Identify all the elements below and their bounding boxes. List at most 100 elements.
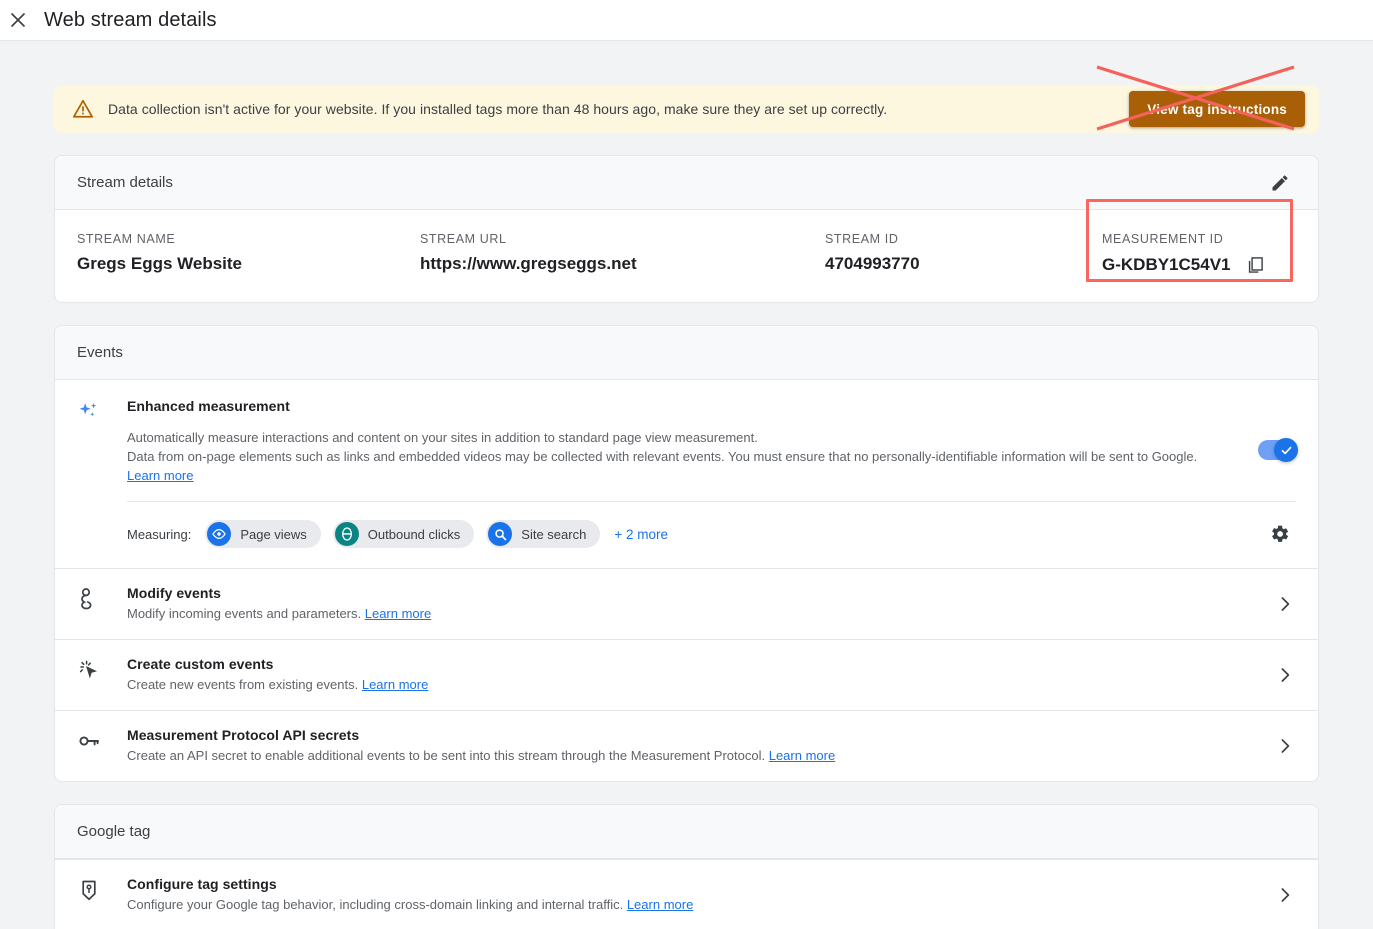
events-title: Events <box>77 344 123 361</box>
row-desc-text: Configure your Google tag behavior, incl… <box>127 897 627 912</box>
enhanced-desc-line1: Automatically measure interactions and c… <box>127 430 758 445</box>
row-title: Modify events <box>127 585 222 601</box>
field-label: STREAM ID <box>825 232 899 246</box>
chip-site-search[interactable]: Site search <box>486 520 601 548</box>
row-right <box>1262 656 1296 694</box>
copy-icon[interactable] <box>1245 254 1267 276</box>
row-description: Create new events from existing events. … <box>127 676 1262 694</box>
chip-outbound-clicks[interactable]: Outbound clicks <box>332 520 475 548</box>
more-measurements-link[interactable]: + 2 more <box>614 527 668 542</box>
stream-details-title: Stream details <box>77 174 173 191</box>
field-value: https://www.gregseggs.net <box>420 254 637 273</box>
view-tag-instructions-button[interactable]: View tag instructions <box>1129 91 1305 127</box>
row-body: Configure tag settings Configure your Go… <box>127 876 1262 914</box>
outbound-click-icon <box>334 522 359 546</box>
key-icon <box>77 729 101 758</box>
tag-icon <box>77 878 101 907</box>
row-title: Measurement Protocol API secrets <box>127 727 360 743</box>
chevron-right-icon[interactable] <box>1274 884 1296 906</box>
row-right <box>1262 876 1296 914</box>
field-stream-url: STREAM URL https://www.gregseggs.net <box>420 232 825 276</box>
enhanced-measurement-description: Automatically measure interactions and c… <box>127 428 1234 485</box>
enhanced-learn-more-link[interactable]: Learn more <box>127 468 193 483</box>
tag-icon-wrap <box>77 876 127 914</box>
chip-label: Page views <box>240 526 307 542</box>
row-learn-more-link[interactable]: Learn more <box>365 606 431 621</box>
row-right <box>1262 727 1296 765</box>
chip-page-views[interactable]: Page views <box>205 520 321 548</box>
field-label: STREAM URL <box>420 232 507 246</box>
chip-label: Site search <box>521 526 587 542</box>
google-tag-card: Google tag Configure tag settings Config… <box>54 804 1319 929</box>
enhanced-measurement-toggle[interactable] <box>1258 438 1298 462</box>
sparkles-icon-wrap <box>77 398 127 485</box>
row-right <box>1262 585 1296 623</box>
row-desc-text: Create an API secret to enable additiona… <box>127 748 769 763</box>
row-learn-more-link[interactable]: Learn more <box>769 748 835 763</box>
measurement-id-value: G-KDBY1C54V1 <box>1102 255 1231 274</box>
row-learn-more-link[interactable]: Learn more <box>627 897 693 912</box>
field-value: Gregs Eggs Website <box>77 254 243 273</box>
cursor-click-icon-wrap <box>77 656 127 694</box>
enhanced-measurement-title: Enhanced measurement <box>127 398 290 414</box>
enhanced-desc-line2: Data from on-page elements such as links… <box>127 449 1198 464</box>
enhanced-measurement-toggle-wrap <box>1234 398 1298 485</box>
sparkles-icon <box>77 400 101 429</box>
row-desc-text: Modify incoming events and parameters. <box>127 606 365 621</box>
eye-icon <box>207 522 232 546</box>
chip-label: Outbound clicks <box>367 526 461 542</box>
google-tag-title: Google tag <box>77 823 151 840</box>
row-configure-tag-settings[interactable]: Configure tag settings Configure your Go… <box>55 859 1318 929</box>
row-measurement-protocol-api-secrets[interactable]: Measurement Protocol API secrets Create … <box>55 710 1318 781</box>
page-title: Web stream details <box>44 8 217 31</box>
measuring-row: Measuring: Page views Outbound clicks Si… <box>55 502 1318 568</box>
tap-finger-icon <box>77 587 101 616</box>
field-value: 4704993770 <box>825 254 920 273</box>
toggle-knob <box>1274 438 1298 462</box>
row-body: Modify events Modify incoming events and… <box>127 585 1262 623</box>
row-learn-more-link[interactable]: Learn more <box>362 677 428 692</box>
events-header: Events <box>55 326 1318 380</box>
search-icon <box>488 522 513 546</box>
row-desc-text: Create new events from existing events. <box>127 677 362 692</box>
stream-details-card: Stream details STREAM NAME Gregs Eggs We… <box>54 155 1319 303</box>
field-stream-name: STREAM NAME Gregs Eggs Website <box>77 232 420 276</box>
row-description: Modify incoming events and parameters. L… <box>127 605 1262 623</box>
key-icon-wrap <box>77 727 127 765</box>
banner-message: Data collection isn't active for your we… <box>108 101 888 117</box>
tap-finger-icon-wrap <box>77 585 127 623</box>
field-measurement-id: MEASUREMENT ID G-KDBY1C54V1 <box>1086 199 1293 282</box>
pencil-icon[interactable] <box>1264 167 1296 199</box>
warning-triangle-icon <box>72 98 94 120</box>
data-collection-alert-banner: Data collection isn't active for your we… <box>54 65 1319 133</box>
chevron-right-icon[interactable] <box>1274 593 1296 615</box>
stream-details-fields: STREAM NAME Gregs Eggs Website STREAM UR… <box>55 199 1318 302</box>
chevron-right-icon[interactable] <box>1274 664 1296 686</box>
enhanced-measurement-body: Enhanced measurement Automatically measu… <box>127 398 1234 485</box>
row-create-custom-events[interactable]: Create custom events Create new events f… <box>55 639 1318 710</box>
measuring-label: Measuring: <box>127 526 192 542</box>
enhanced-measurement-section: Enhanced measurement Automatically measu… <box>55 380 1318 568</box>
row-modify-events[interactable]: Modify events Modify incoming events and… <box>55 568 1318 639</box>
measuring-right <box>1264 518 1296 550</box>
row-title: Configure tag settings <box>127 876 277 892</box>
google-tag-header: Google tag <box>55 805 1318 859</box>
stream-details-header: Stream details <box>55 156 1318 210</box>
row-description: Create an API secret to enable additiona… <box>127 747 1262 765</box>
row-body: Measurement Protocol API secrets Create … <box>127 727 1262 765</box>
page-body: Data collection isn't active for your we… <box>0 41 1373 929</box>
field-value-wrap: G-KDBY1C54V1 <box>1102 254 1267 276</box>
field-stream-id: STREAM ID 4704993770 <box>825 232 1102 276</box>
window-header: Web stream details <box>0 0 1373 41</box>
field-label: STREAM NAME <box>77 232 176 246</box>
field-label: MEASUREMENT ID <box>1102 232 1224 246</box>
row-body: Create custom events Create new events f… <box>127 656 1262 694</box>
close-icon[interactable] <box>4 6 32 34</box>
cursor-click-icon <box>77 658 101 687</box>
row-description: Configure your Google tag behavior, incl… <box>127 896 1262 914</box>
row-title: Create custom events <box>127 656 274 672</box>
events-card: Events Enhanced measurement Automaticall… <box>54 325 1319 782</box>
enhanced-measurement-main: Enhanced measurement Automatically measu… <box>55 380 1318 485</box>
chevron-right-icon[interactable] <box>1274 735 1296 757</box>
gear-icon[interactable] <box>1264 518 1296 550</box>
